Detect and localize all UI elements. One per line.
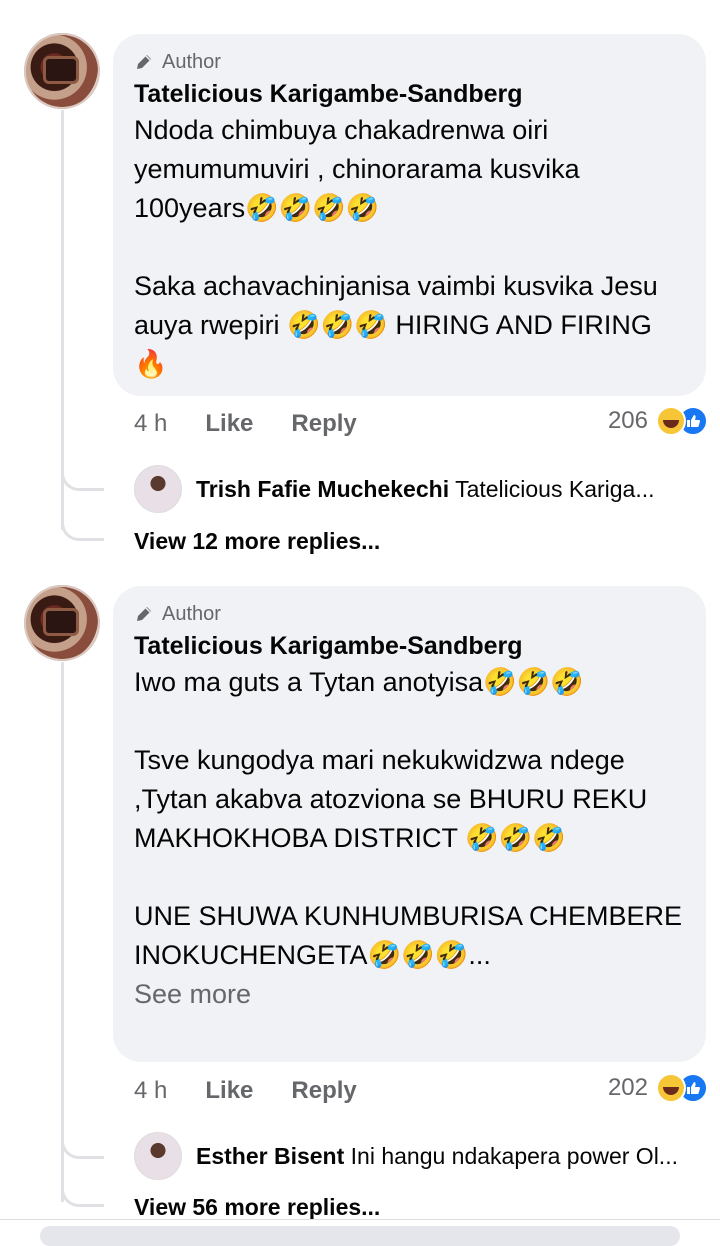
reaction-count: 206: [607, 407, 648, 434]
reaction-count: 202: [607, 1074, 648, 1101]
avatar[interactable]: [24, 33, 100, 109]
comment-composer-edge[interactable]: [40, 1226, 680, 1246]
like-button[interactable]: Like: [205, 410, 253, 438]
comment-bubble: Author Tatelicious Karigambe-Sandberg Nd…: [113, 34, 706, 396]
like-button[interactable]: Like: [205, 1077, 253, 1105]
reaction-summary[interactable]: 202: [608, 1073, 708, 1103]
reply-button[interactable]: Reply: [291, 410, 356, 438]
reply-branch-line: [61, 1130, 104, 1159]
comment-actions: 4 h Like Reply: [134, 410, 357, 438]
reply-author[interactable]: Esther Bisent: [196, 1143, 344, 1169]
pencil-icon: [137, 55, 151, 69]
reply-snippet: Ini hangu ndakapera power Ol...: [350, 1142, 678, 1169]
reply-author[interactable]: Trish Fafie Muchekechi: [196, 476, 449, 502]
reply-branch-line: [61, 462, 104, 491]
author-badge-label: Author: [162, 602, 221, 625]
cut-off-previous-text: [0, 0, 720, 6]
reply-branch-line: [61, 1178, 104, 1207]
comment-actions: 4 h Like Reply: [134, 1077, 357, 1105]
reply-snippet: Tatelicious Kariga...: [455, 475, 655, 502]
reply-text: Trish Fafie Muchekechi Tatelicious Karig…: [196, 476, 655, 503]
author-badge-label: Author: [162, 50, 221, 73]
haha-icon: [656, 406, 686, 436]
timestamp[interactable]: 4 h: [134, 1077, 167, 1105]
view-more-replies[interactable]: View 12 more replies...: [134, 528, 380, 555]
avatar[interactable]: [24, 585, 100, 661]
reply-text: Esther Bisent Ini hangu ndakapera power …: [196, 1143, 678, 1170]
see-more-link[interactable]: See more: [134, 975, 685, 1013]
pencil-icon: [137, 607, 151, 621]
comment-text: Iwo ma guts a Tytan anotyisa🤣🤣🤣 Tsve kun…: [134, 667, 683, 970]
comment-text: Ndoda chimbuya chakadrenwa oiri yemumumu…: [134, 115, 658, 379]
reply-branch-line: [61, 512, 104, 541]
reply-avatar[interactable]: [134, 465, 182, 513]
haha-icon: [656, 1073, 686, 1103]
divider: [0, 1219, 720, 1220]
author-badge: Author: [134, 50, 685, 74]
comment-bubble: Author Tatelicious Karigambe-Sandberg Iw…: [113, 586, 706, 1062]
reaction-summary[interactable]: 206: [608, 406, 708, 436]
timestamp[interactable]: 4 h: [134, 410, 167, 438]
reply-button[interactable]: Reply: [291, 1077, 356, 1105]
commenter-name[interactable]: Tatelicious Karigambe-Sandberg: [134, 78, 685, 110]
author-badge: Author: [134, 602, 685, 626]
commenter-name[interactable]: Tatelicious Karigambe-Sandberg: [134, 630, 685, 662]
view-more-replies[interactable]: View 56 more replies...: [134, 1194, 380, 1221]
reply-preview[interactable]: Esther Bisent Ini hangu ndakapera power …: [134, 1132, 708, 1180]
reply-avatar[interactable]: [134, 1132, 182, 1180]
thread-line: [61, 662, 64, 1202]
reply-preview[interactable]: Trish Fafie Muchekechi Tatelicious Karig…: [134, 465, 708, 513]
